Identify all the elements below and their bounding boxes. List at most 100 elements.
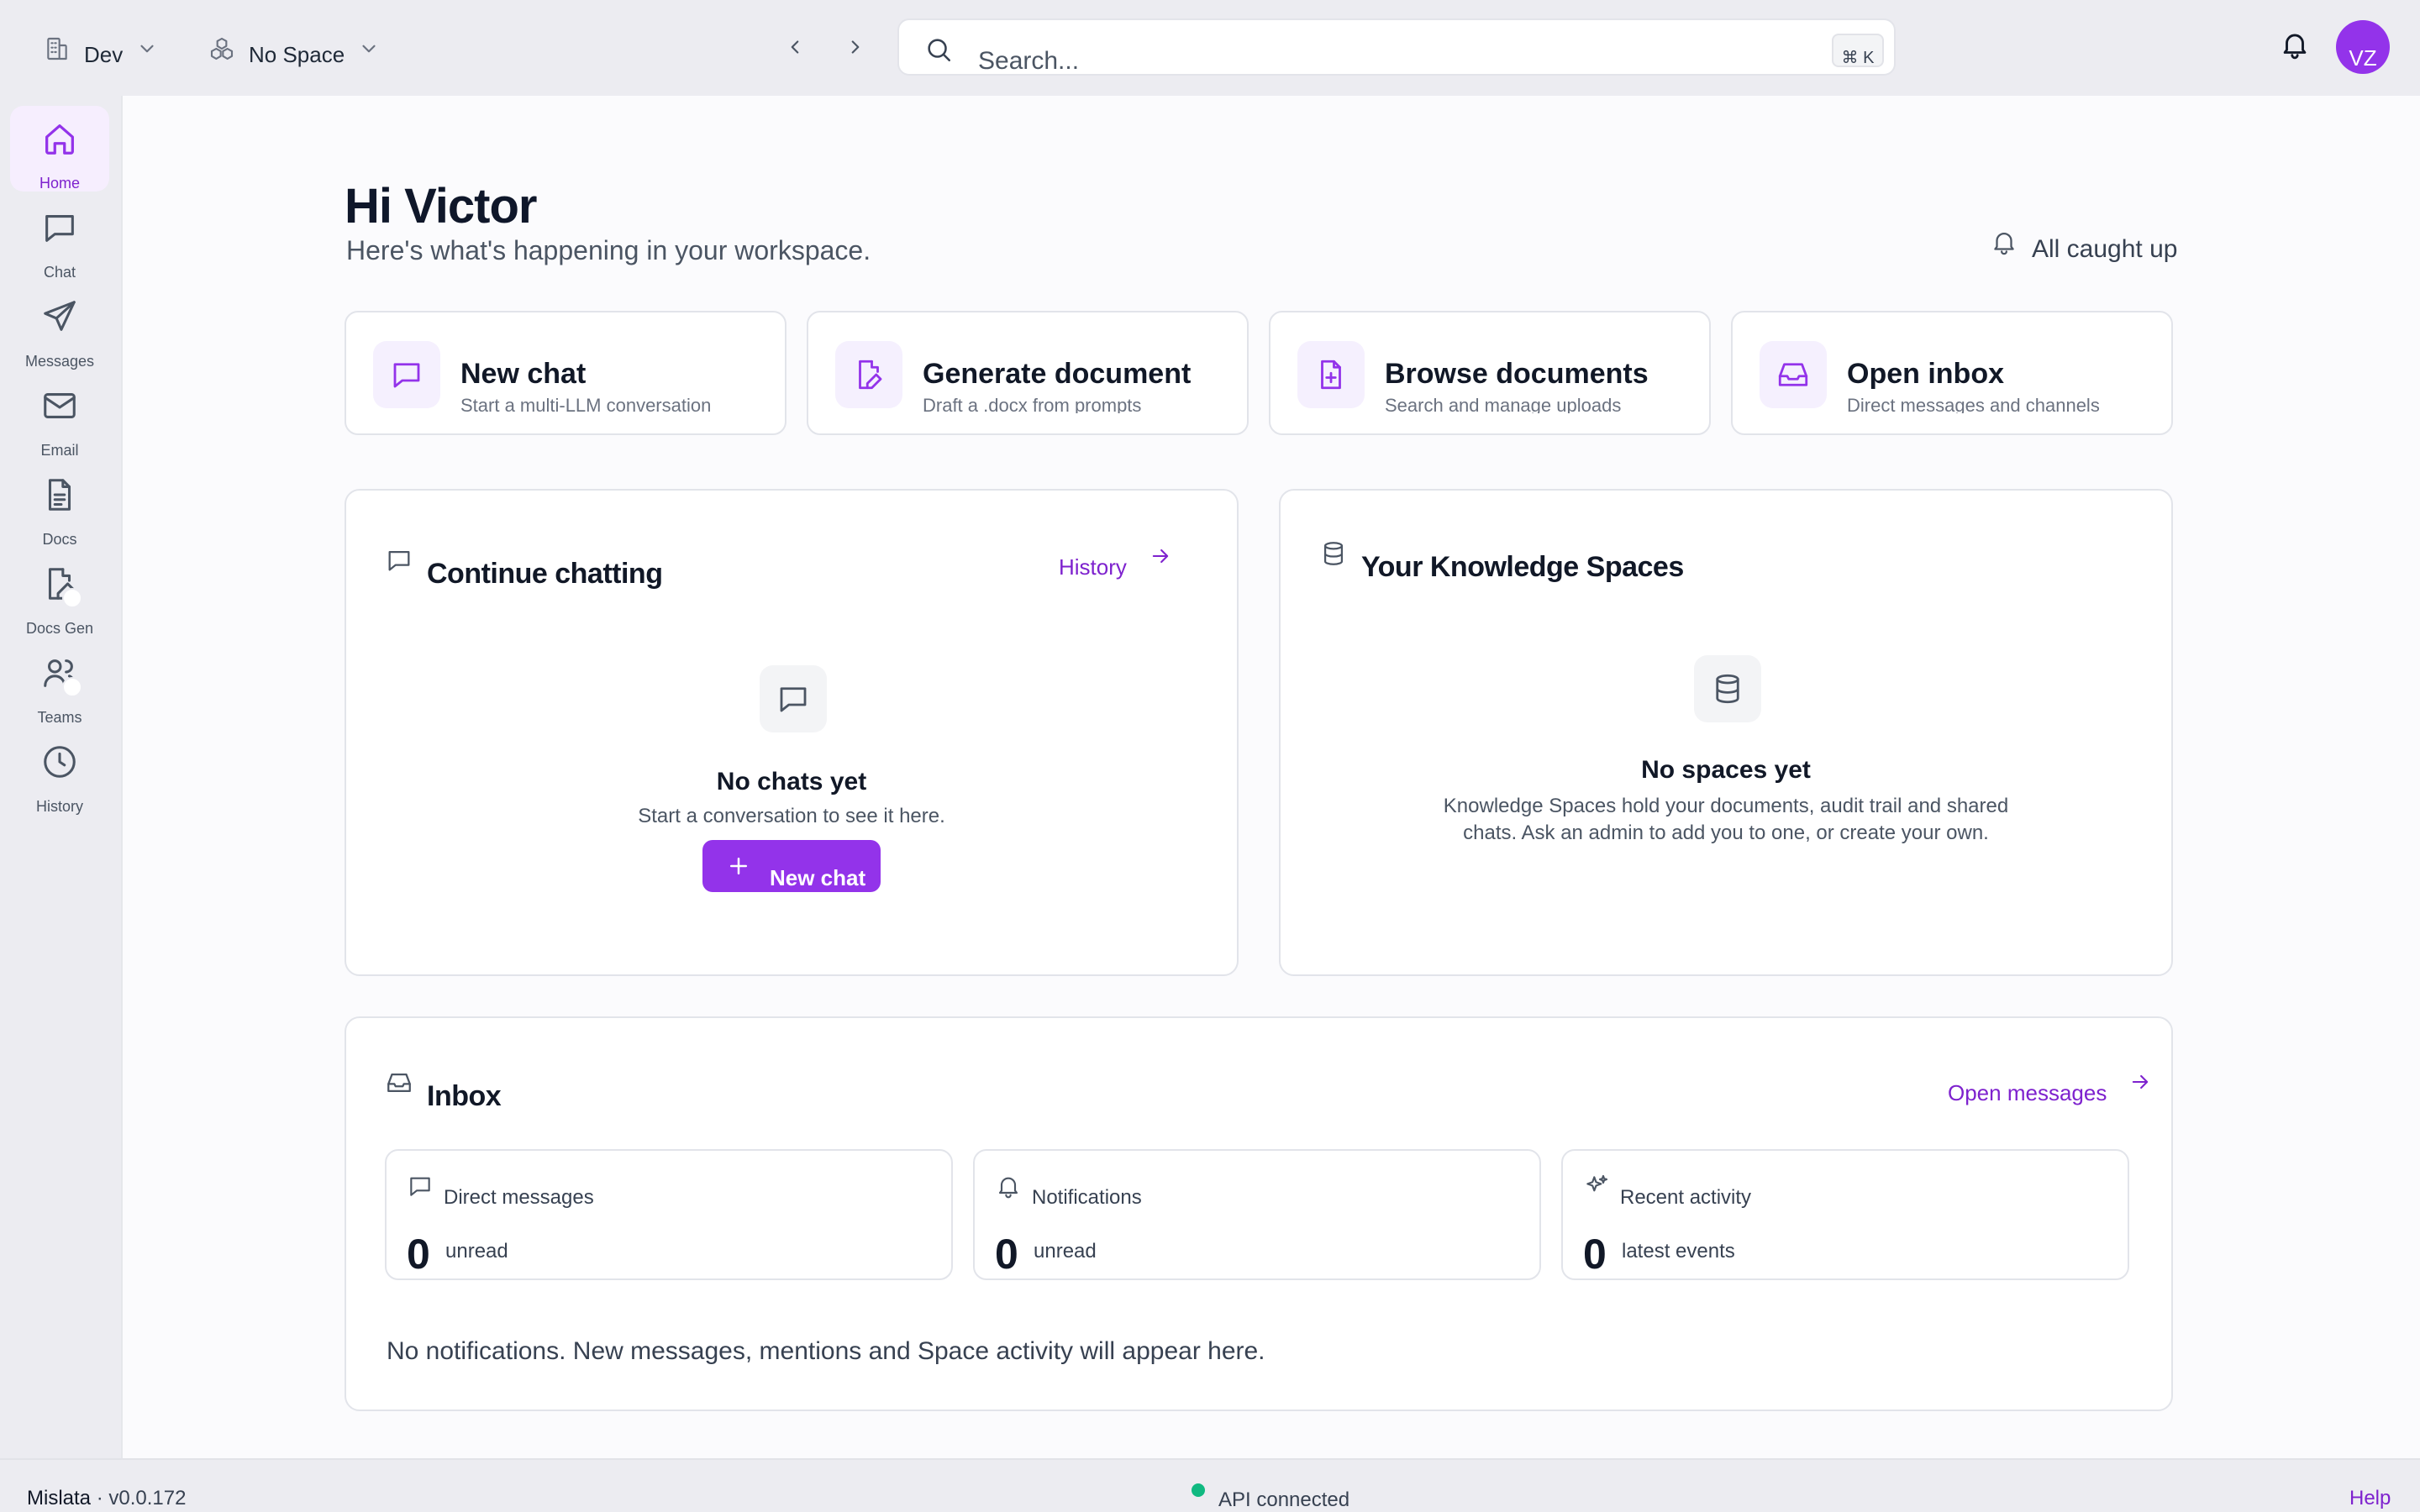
sidebar-item-email[interactable]: Email <box>10 373 109 459</box>
stat-notifications[interactable]: Notifications 0 unread <box>973 1149 1541 1280</box>
status-dot <box>62 677 82 697</box>
home-icon <box>45 124 74 155</box>
sidebar-item-label: Chat <box>43 264 76 281</box>
api-status-label: API connected <box>1218 1488 1350 1511</box>
database-icon <box>1323 542 1344 565</box>
quick-action-generate-document[interactable]: Generate document Draft a .docx from pro… <box>807 311 1249 435</box>
empty-state-title: No spaces yet <box>1641 756 1811 784</box>
quick-action-icon-box <box>1760 341 1827 408</box>
sidebar-item-label: Messages <box>24 353 95 370</box>
quick-action-icon-box <box>1297 341 1365 408</box>
sidebar-item-home[interactable]: Home <box>10 106 109 192</box>
inbox-icon <box>387 1073 411 1093</box>
sidebar-item-label: Email <box>40 442 79 459</box>
status-dot <box>1192 1483 1205 1497</box>
history-link[interactable]: History <box>1059 544 1172 580</box>
sidebar-item-messages[interactable]: Messages <box>10 284 109 370</box>
bell-icon <box>2283 34 2307 60</box>
card-header: Continue chatting <box>385 546 663 591</box>
page-subtitle: Here's what's happening in your workspac… <box>346 235 871 265</box>
mail-icon <box>44 393 76 418</box>
chevron-left-icon <box>791 40 799 54</box>
space-selector[interactable]: No Space <box>208 30 380 67</box>
stat-count: 0 <box>995 1231 1018 1278</box>
quick-action-browse-documents[interactable]: Browse documents Search and manage uploa… <box>1269 311 1711 435</box>
chat-icon <box>393 363 420 388</box>
sidebar-item-docs-gen[interactable]: Docs Gen <box>10 551 109 637</box>
quick-action-title: Open inbox <box>1847 358 2004 390</box>
stat-direct-messages[interactable]: Direct messages 0 unread <box>385 1149 953 1280</box>
arrow-right-icon <box>2133 1074 2149 1089</box>
empty-state-icon-box <box>1694 655 1761 722</box>
chevron-right-icon <box>851 40 860 54</box>
card-title: Inbox <box>427 1080 502 1112</box>
notification-status-label: All caught up <box>2032 235 2178 263</box>
stat-recent-activity[interactable]: Recent activity 0 latest events <box>1561 1149 2129 1280</box>
document-edit-icon <box>859 360 882 390</box>
app-name: Mislata <box>27 1487 92 1509</box>
org-selector-label: Dev <box>84 41 124 67</box>
avatar[interactable]: VZ <box>2336 20 2390 74</box>
database-icon <box>1716 674 1739 704</box>
page-title: Hi Victor <box>345 179 537 234</box>
empty-state-icon-box <box>760 665 827 732</box>
inbox-card: Inbox Open messages Direct messages 0 un… <box>345 1016 2173 1411</box>
quick-action-icon-box <box>373 341 440 408</box>
stat-unit: latest events <box>1622 1240 1735 1263</box>
card-header: Your Knowledge Spaces <box>1319 539 1684 584</box>
api-status: API connected <box>1192 1483 1349 1512</box>
knowledge-spaces-card: Your Knowledge Spaces No spaces yet Know… <box>1279 489 2173 976</box>
document-icon <box>48 479 71 511</box>
new-chat-button[interactable]: New chat <box>702 840 881 892</box>
sidebar-item-history[interactable]: History <box>10 729 109 815</box>
forward-button[interactable] <box>839 30 872 64</box>
sidebar: Home Chat Messages Email Docs Docs Gen T… <box>0 96 121 1458</box>
chevron-down-icon <box>140 45 154 53</box>
org-selector[interactable]: Dev <box>44 30 158 67</box>
chevron-down-icon <box>362 45 376 53</box>
quick-action-title: Generate document <box>923 358 1192 390</box>
space-selector-label: No Space <box>249 41 345 67</box>
quick-action-icon-box <box>835 341 902 408</box>
help-link[interactable]: Help <box>2349 1487 2391 1510</box>
sidebar-item-label: Docs <box>42 531 77 548</box>
quick-action-title: New chat <box>460 358 587 390</box>
search-placeholder: Search... <box>978 47 1080 75</box>
quick-action-new-chat[interactable]: New chat Start a multi-LLM conversation <box>345 311 786 435</box>
history-link-label: History <box>1059 554 1127 580</box>
quick-action-title: Browse documents <box>1385 358 1649 390</box>
chat-icon <box>410 1177 430 1196</box>
status-dot <box>62 588 82 608</box>
open-messages-link[interactable]: Open messages <box>1948 1070 2152 1106</box>
arrow-right-icon <box>1152 549 1169 564</box>
sidebar-item-teams[interactable]: Teams <box>10 640 109 726</box>
sidebar-item-chat[interactable]: Chat <box>10 195 109 281</box>
boxes-icon <box>210 37 234 60</box>
empty-state-text-line-1: Knowledge Spaces hold your documents, au… <box>1443 795 2009 817</box>
bell-icon <box>998 1177 1018 1199</box>
search-shortcut-badge: ⌘ K <box>1832 34 1884 67</box>
notifications-button[interactable] <box>2279 29 2311 60</box>
stat-label: Notifications <box>1032 1186 1142 1209</box>
back-button[interactable] <box>778 30 812 64</box>
quick-action-description: Start a multi-LLM conversation <box>460 395 712 413</box>
search-input[interactable]: Search... ⌘ K <box>897 18 1896 76</box>
inbox-empty-note: No notifications. New messages, mentions… <box>387 1337 1265 1365</box>
quick-action-description: Direct messages and channels <box>1847 395 2100 413</box>
status-bar: Mislata · v0.0.172 API connected Help <box>0 1458 2420 1512</box>
stat-label: Recent activity <box>1620 1186 1752 1209</box>
quick-action-open-inbox[interactable]: Open inbox Direct messages and channels <box>1731 311 2173 435</box>
empty-state-text-line-2: chats. Ask an admin to add you to one, o… <box>1463 822 1989 844</box>
empty-state-text: Start a conversation to see it here. <box>638 805 945 827</box>
plus-icon <box>730 858 747 874</box>
stat-label: Direct messages <box>444 1186 594 1209</box>
sidebar-item-docs[interactable]: Docs <box>10 462 109 548</box>
inbox-icon <box>1778 363 1808 386</box>
search-icon <box>928 39 951 62</box>
continue-chatting-card: Continue chatting History No chats yet S… <box>345 489 1239 976</box>
open-messages-link-label: Open messages <box>1948 1080 2107 1105</box>
document-plus-icon <box>1321 360 1341 390</box>
stat-unit: unread <box>445 1240 508 1263</box>
empty-state-title: No chats yet <box>716 768 867 795</box>
stat-count: 0 <box>1583 1231 1607 1278</box>
